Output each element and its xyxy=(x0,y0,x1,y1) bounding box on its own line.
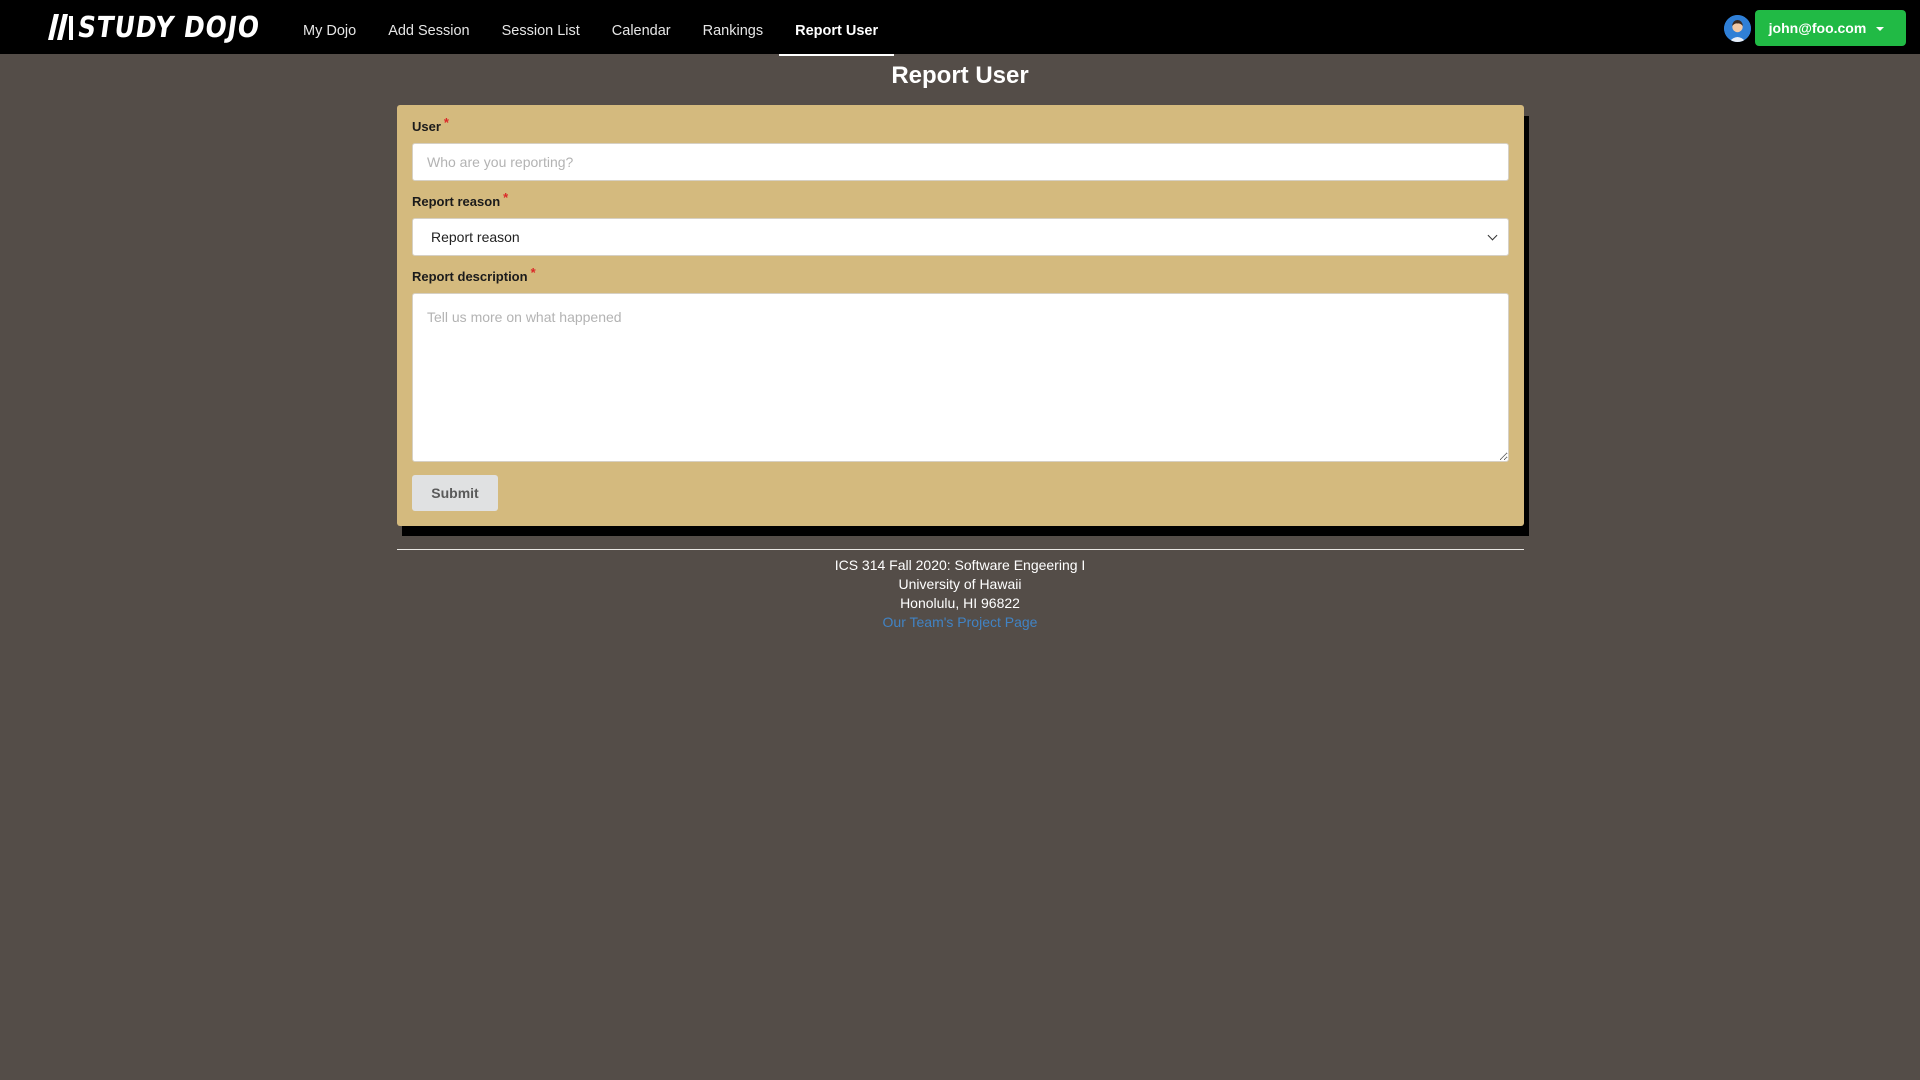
user-avatar[interactable] xyxy=(1724,15,1751,42)
report-reason-select[interactable]: Report reason xyxy=(412,218,1509,256)
page-title: Report User xyxy=(891,62,1029,89)
required-mark: * xyxy=(443,115,449,130)
reason-label-text: Report reason xyxy=(412,194,501,209)
reason-field-label: Report reason * xyxy=(412,190,508,209)
nav-session-list[interactable]: Session List xyxy=(486,0,596,54)
footer-course: ICS 314 Fall 2020: Software Engeering I xyxy=(834,557,1086,573)
logo-slash-icon xyxy=(48,14,73,40)
caret-down-icon xyxy=(1876,27,1885,31)
description-label-text: Report description xyxy=(412,269,528,284)
main-nav: My Dojo Add Session Session List Calenda… xyxy=(287,0,895,56)
logo-text: STUDY DOJO xyxy=(75,10,263,44)
nav-report-user[interactable]: Report User xyxy=(779,0,895,56)
report-form: User* Report reason* Report reason Repor… xyxy=(397,105,1524,526)
study-dojo-logo[interactable]: STUDY DOJO xyxy=(48,10,289,44)
user-menu-button[interactable]: john@foo.com xyxy=(1755,10,1906,46)
required-mark: * xyxy=(530,265,536,280)
user-input[interactable] xyxy=(412,143,1509,181)
user-label-text: User xyxy=(412,119,441,134)
nav-rankings[interactable]: Rankings xyxy=(687,0,779,54)
user-email: john@foo.com xyxy=(1768,20,1867,36)
footer-address: Honolulu, HI 96822 xyxy=(900,595,1020,611)
top-navbar: STUDY DOJO My Dojo Add Session Session L… xyxy=(0,0,1920,56)
report-reason-selected: Report reason xyxy=(431,229,520,245)
submit-button[interactable]: Submit xyxy=(412,475,498,511)
nav-add-session[interactable]: Add Session xyxy=(372,0,485,54)
chevron-down-icon xyxy=(1487,230,1498,241)
description-field-label: Report description * xyxy=(412,265,536,284)
nav-calendar[interactable]: Calendar xyxy=(596,0,687,54)
project-page-link[interactable]: Our Team's Project Page xyxy=(883,614,1038,630)
footer-university: University of Hawaii xyxy=(898,576,1022,592)
avatar-icon xyxy=(1724,15,1751,42)
footer-divider xyxy=(397,549,1524,550)
required-mark: * xyxy=(503,190,509,205)
user-field-label: User * xyxy=(412,115,449,134)
footer: ICS 314 Fall 2020: Software Engeering I … xyxy=(0,556,1920,632)
report-description-textarea[interactable] xyxy=(412,293,1509,462)
nav-my-dojo[interactable]: My Dojo xyxy=(287,0,372,54)
